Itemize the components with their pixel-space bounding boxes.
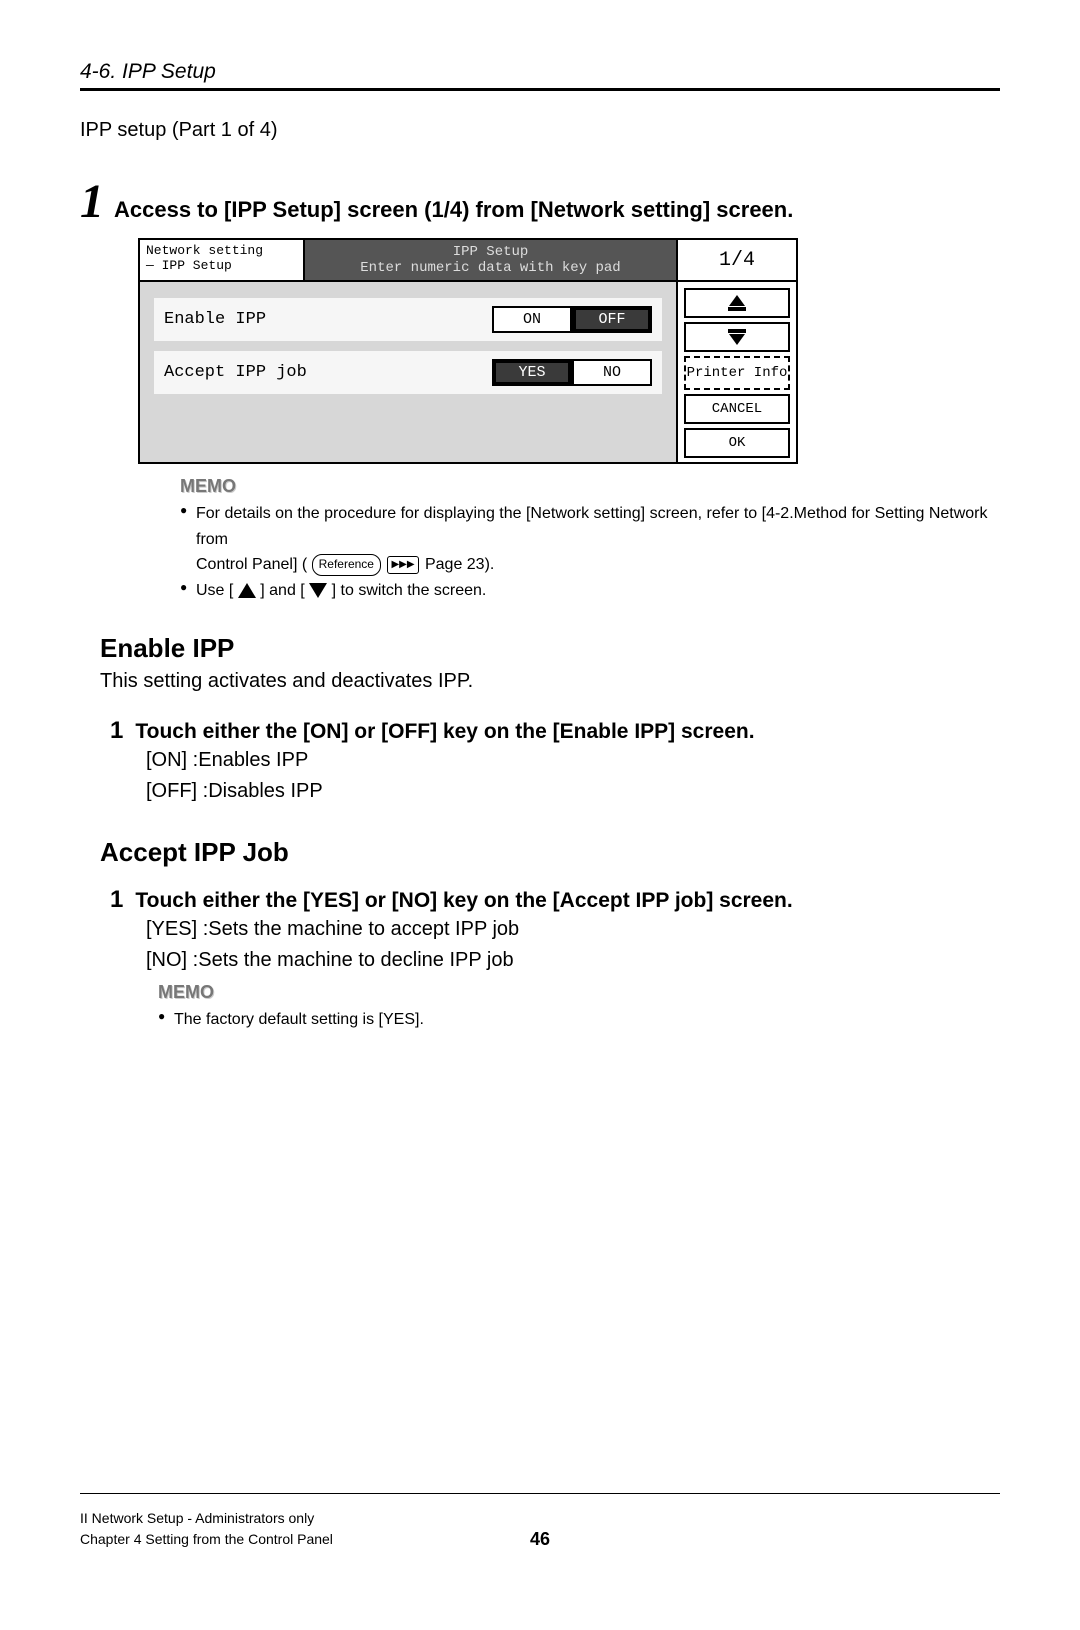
header-rule (80, 88, 1000, 91)
memo-2: MEMO The factory default setting is [YES… (158, 982, 1000, 1033)
memo-2-label: MEMO (158, 982, 214, 1003)
enable-ipp-off-button[interactable]: OFF (572, 306, 652, 333)
memo-1-line-1b: Control Panel] ( (196, 556, 312, 573)
footer-rule (80, 1493, 1000, 1494)
section-header: 4-6. IPP Setup (80, 60, 1000, 84)
panel-titlebar: Network setting — IPP Setup IPP Setup En… (140, 240, 796, 282)
enable-ipp-line-off: [OFF] :Disables IPP (146, 776, 1000, 807)
row-accept-ipp-label: Accept IPP job (164, 363, 334, 382)
memo-1-line-2b: ] and [ (260, 582, 304, 599)
accept-ipp-step-1: 1 Touch either the [YES] or [NO] key on … (110, 886, 1000, 914)
ipp-setup-panel: Network setting — IPP Setup IPP Setup En… (138, 238, 798, 464)
accept-ipp-step-1-title: Touch either the [YES] or [NO] key on th… (135, 889, 792, 913)
panel-main: Enable IPP ON OFF Accept IPP job YES NO (140, 282, 676, 462)
accept-ipp-step-1-body: [YES] :Sets the machine to accept IPP jo… (146, 914, 1000, 976)
printer-info-button[interactable]: Printer Info (684, 356, 790, 390)
breadcrumb: Network setting — IPP Setup (140, 240, 305, 280)
accept-ipp-heading: Accept IPP Job (100, 837, 1000, 868)
row-accept-ipp: Accept IPP job YES NO (154, 351, 662, 394)
page-footer: II Network Setup - Administrators only C… (80, 1493, 1000, 1550)
footer-left-line-2: Chapter 4 Setting from the Control Panel (80, 1529, 333, 1550)
arrow-up-icon (728, 295, 746, 311)
cancel-button[interactable]: CANCEL (684, 394, 790, 424)
page-indicator: 1/4 (676, 240, 796, 280)
page-down-button[interactable] (684, 322, 790, 352)
breadcrumb-line2: — IPP Setup (146, 259, 297, 274)
memo-1-page-ref: Page 23). (425, 556, 494, 573)
enable-ipp-step-1-num: 1 (110, 717, 123, 745)
intro-text: IPP setup (Part 1 of 4) (80, 119, 1000, 142)
enable-ipp-desc: This setting activates and deactivates I… (100, 670, 1000, 693)
footer-left: II Network Setup - Administrators only C… (80, 1508, 333, 1550)
page-up-button[interactable] (684, 288, 790, 318)
memo-1-label: MEMO (180, 476, 236, 497)
panel-title-line2: Enter numeric data with key pad (309, 260, 672, 276)
panel-side: Printer Info CANCEL OK (676, 282, 796, 462)
panel-title-line1: IPP Setup (309, 244, 672, 260)
step-1: 1 Access to [IPP Setup] screen (1/4) fro… (80, 178, 1000, 226)
inline-arrow-down-icon (309, 583, 327, 598)
step-1-number: 1 (80, 178, 104, 226)
row-enable-ipp: Enable IPP ON OFF (154, 298, 662, 341)
memo-1-line-2c: ] to switch the screen. (332, 582, 487, 599)
memo-1: MEMO For details on the procedure for di… (180, 476, 1000, 603)
accept-ipp-step-1-num: 1 (110, 886, 123, 914)
enable-ipp-heading: Enable IPP (100, 633, 1000, 664)
enable-ipp-step-1-title: Touch either the [ON] or [OFF] key on th… (135, 720, 754, 744)
panel-title: IPP Setup Enter numeric data with key pa… (305, 240, 676, 280)
row-enable-ipp-label: Enable IPP (164, 310, 334, 329)
enable-ipp-on-button[interactable]: ON (492, 306, 572, 333)
accept-ipp-line-yes: [YES] :Sets the machine to accept IPP jo… (146, 914, 1000, 945)
arrow-down-icon (728, 329, 746, 345)
breadcrumb-line1: Network setting (146, 244, 297, 259)
memo-2-line: The factory default setting is [YES]. (158, 1007, 1000, 1033)
reference-arrow-icon: ▶▶▶ (387, 556, 418, 574)
panel-wrap: Network setting — IPP Setup IPP Setup En… (138, 238, 1000, 464)
memo-1-line-1a: For details on the procedure for display… (196, 505, 988, 548)
memo-1-line-1: For details on the procedure for display… (180, 501, 1000, 578)
accept-ipp-yes-button[interactable]: YES (492, 359, 572, 386)
enable-ipp-step-1: 1 Touch either the [ON] or [OFF] key on … (110, 717, 1000, 745)
accept-ipp-no-button[interactable]: NO (572, 359, 652, 386)
step-1-title: Access to [IPP Setup] screen (1/4) from … (114, 197, 793, 223)
memo-1-line-2: Use [ ] and [ ] to switch the screen. (180, 578, 1000, 604)
reference-pill: Reference (312, 554, 381, 575)
memo-1-line-2a: Use [ (196, 582, 233, 599)
ok-button[interactable]: OK (684, 428, 790, 458)
accept-ipp-line-no: [NO] :Sets the machine to decline IPP jo… (146, 945, 1000, 976)
enable-ipp-step-1-body: [ON] :Enables IPP [OFF] :Disables IPP (146, 745, 1000, 807)
inline-arrow-up-icon (238, 583, 256, 598)
enable-ipp-line-on: [ON] :Enables IPP (146, 745, 1000, 776)
page-number: 46 (530, 1529, 550, 1550)
